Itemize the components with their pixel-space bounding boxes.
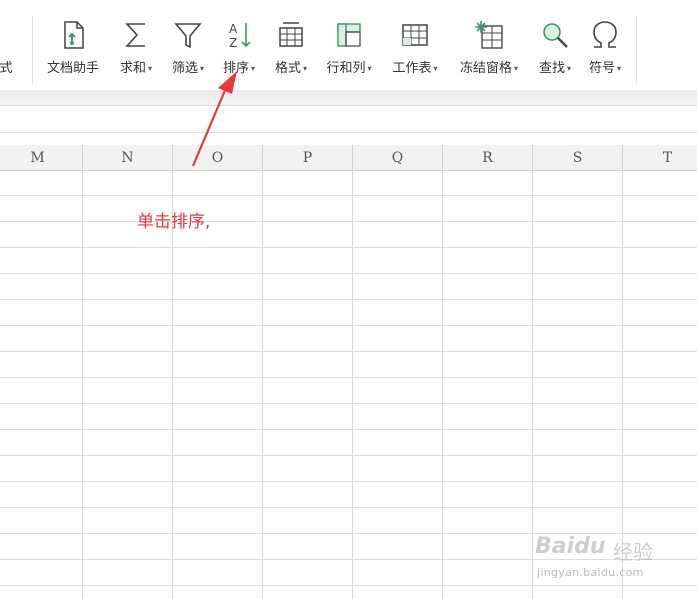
sort-text: 排序 (222, 61, 249, 76)
sort-label: 排序 ▾ (217, 57, 261, 76)
format-button[interactable]: 格式 ▾ (268, 18, 314, 78)
rows-cols-button[interactable]: 行和列 ▾ (320, 18, 378, 78)
svg-text:A: A (229, 22, 238, 36)
symbol-icon (593, 21, 617, 48)
grid-column-line (352, 171, 353, 599)
grid-row-line (0, 507, 697, 508)
sum-icon (125, 23, 145, 47)
find-label: 查找 ▾ (533, 57, 577, 76)
grid-row-line (0, 247, 697, 248)
column-header-q[interactable]: Q (353, 145, 443, 171)
chevron-down-icon: ▾ (514, 64, 519, 73)
column-header-s[interactable]: S (533, 145, 623, 171)
chevron-down-icon: ▾ (200, 64, 205, 73)
sort-button[interactable]: A Z 排序 ▾ (217, 18, 261, 78)
column-header-r[interactable]: R (443, 145, 533, 171)
grid-column-line (532, 171, 533, 599)
annotation-text: 单击排序, (137, 212, 211, 232)
grid-row-line (0, 195, 697, 196)
worksheet-label: 工作表 ▾ (386, 57, 444, 76)
grid-column-line (172, 171, 173, 599)
grid-row-line (0, 221, 697, 222)
ribbon-separator (636, 16, 637, 84)
filter-icon (174, 23, 202, 49)
symbol-button[interactable]: 符号 ▾ (583, 18, 627, 78)
freeze-panes-text: 冻结窗格 (459, 61, 512, 76)
formula-bar[interactable] (0, 105, 697, 133)
worksheet-text: 工作表 (392, 61, 432, 76)
grid-column-line (82, 171, 83, 599)
column-header-o[interactable]: O (173, 145, 263, 171)
column-header-p[interactable]: P (263, 145, 353, 171)
column-header-row: M N O P Q R S T (0, 145, 697, 171)
chevron-down-icon: ▾ (433, 64, 438, 73)
rows-cols-label: 行和列 ▾ (320, 57, 378, 76)
column-header-t[interactable]: T (623, 145, 697, 171)
filter-text: 筛选 (171, 61, 198, 76)
ribbon-shadow (0, 90, 697, 105)
symbol-text: 符号 (588, 61, 615, 76)
grid-row-line (0, 429, 697, 430)
grid-row-line (0, 351, 697, 352)
sum-text: 求和 (119, 61, 146, 76)
rows-cols-icon (337, 23, 361, 47)
format-label: 格式 ▾ (268, 57, 314, 76)
find-button[interactable]: 查找 ▾ (533, 18, 577, 78)
grid-row-line (0, 273, 697, 274)
chevron-down-icon: ▾ (303, 64, 308, 73)
watermark-brand: Baidu (535, 534, 606, 559)
chevron-down-icon: ▾ (617, 64, 622, 73)
worksheet-button[interactable]: 工作表 ▾ (386, 18, 444, 78)
ribbon-toolbar: 式 文档助手 求和 ▾ 筛选 ▾ A Z 排序 ▾ 格式 ▾ 行和列 ▾ 工作表… (0, 0, 697, 90)
grid-row-line (0, 377, 697, 378)
filter-button[interactable]: 筛选 ▾ (166, 18, 210, 78)
freeze-panes-icon (475, 21, 503, 49)
doc-helper-label: 文档助手 (46, 61, 99, 76)
grid-row-line (0, 325, 697, 326)
find-text: 查找 (538, 61, 565, 76)
svg-text:Z: Z (229, 36, 237, 50)
chevron-down-icon: ▾ (148, 64, 153, 73)
grid-row-line (0, 299, 697, 300)
rows-cols-text: 行和列 (326, 61, 366, 76)
worksheet-icon (402, 24, 428, 46)
sort-icon: A Z (229, 22, 251, 50)
doc-helper-button[interactable]: 文档助手 (40, 18, 106, 78)
watermark-site: jingyan.baidu.com (537, 566, 644, 579)
watermark: Baidu 经验 jingyan.baidu.com (535, 530, 665, 590)
chevron-down-icon: ▾ (567, 64, 572, 73)
grid-row-line (0, 403, 697, 404)
grid-column-line (262, 171, 263, 599)
symbol-label: 符号 ▾ (583, 57, 627, 76)
freeze-panes-label: 冻结窗格 ▾ (452, 57, 526, 76)
ribbon-partial-label: 式 (0, 61, 13, 76)
grid-column-line (442, 171, 443, 599)
chevron-down-icon: ▾ (251, 64, 256, 73)
find-icon (543, 23, 568, 48)
format-icon (279, 22, 303, 47)
freeze-panes-button[interactable]: 冻结窗格 ▾ (452, 18, 526, 78)
sum-label: 求和 ▾ (114, 57, 158, 76)
ribbon-separator (32, 16, 33, 84)
grid-row-line (0, 481, 697, 482)
column-header-n[interactable]: N (83, 145, 173, 171)
format-text: 格式 (274, 61, 301, 76)
filter-label: 筛选 ▾ (166, 57, 210, 76)
doc-helper-icon (64, 21, 84, 49)
chevron-down-icon: ▾ (367, 64, 372, 73)
ribbon-partial-item[interactable]: 式 (0, 18, 18, 78)
grid-row-line (0, 455, 697, 456)
sum-button[interactable]: 求和 ▾ (114, 18, 158, 78)
watermark-cn: 经验 (613, 540, 653, 564)
column-header-m[interactable]: M (0, 145, 83, 171)
